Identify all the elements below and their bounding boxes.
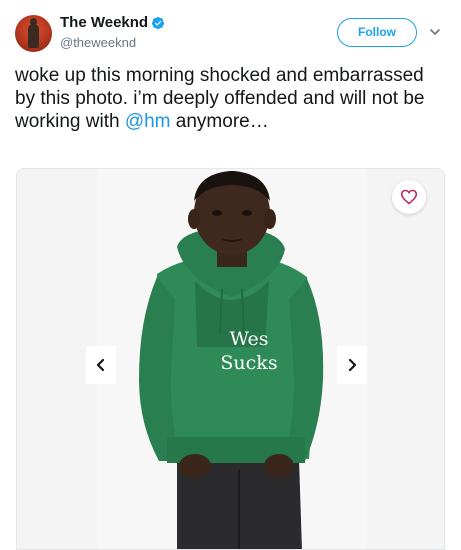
user-handle[interactable]: @theweeknd [60, 35, 165, 51]
avatar[interactable] [15, 15, 52, 52]
heart-icon [400, 189, 418, 205]
verified-badge-icon [151, 16, 165, 30]
chevron-down-icon[interactable] [429, 26, 441, 38]
tweet-media[interactable]: Wes Sucks [16, 168, 445, 550]
chevron-left-icon [96, 359, 105, 371]
favorite-button[interactable] [392, 180, 426, 214]
overlay-line-1: Wes [229, 328, 269, 350]
previous-image-button[interactable] [86, 346, 116, 384]
tweet-text: woke up this morning shocked and embarra… [15, 64, 435, 133]
overlay-line-2: Sucks [220, 352, 278, 374]
avatar-figure [28, 18, 39, 48]
chevron-right-icon [348, 359, 357, 371]
hoodie-overlay-text: Wes Sucks [209, 327, 289, 375]
tweet-text-tail: anymore… [170, 111, 269, 132]
mention-link[interactable]: @hm [125, 111, 171, 132]
display-name[interactable]: The Weeknd [60, 14, 148, 32]
follow-button[interactable]: Follow [337, 18, 417, 47]
next-image-button[interactable] [337, 346, 367, 384]
author-block: The Weeknd @theweeknd [60, 14, 165, 51]
